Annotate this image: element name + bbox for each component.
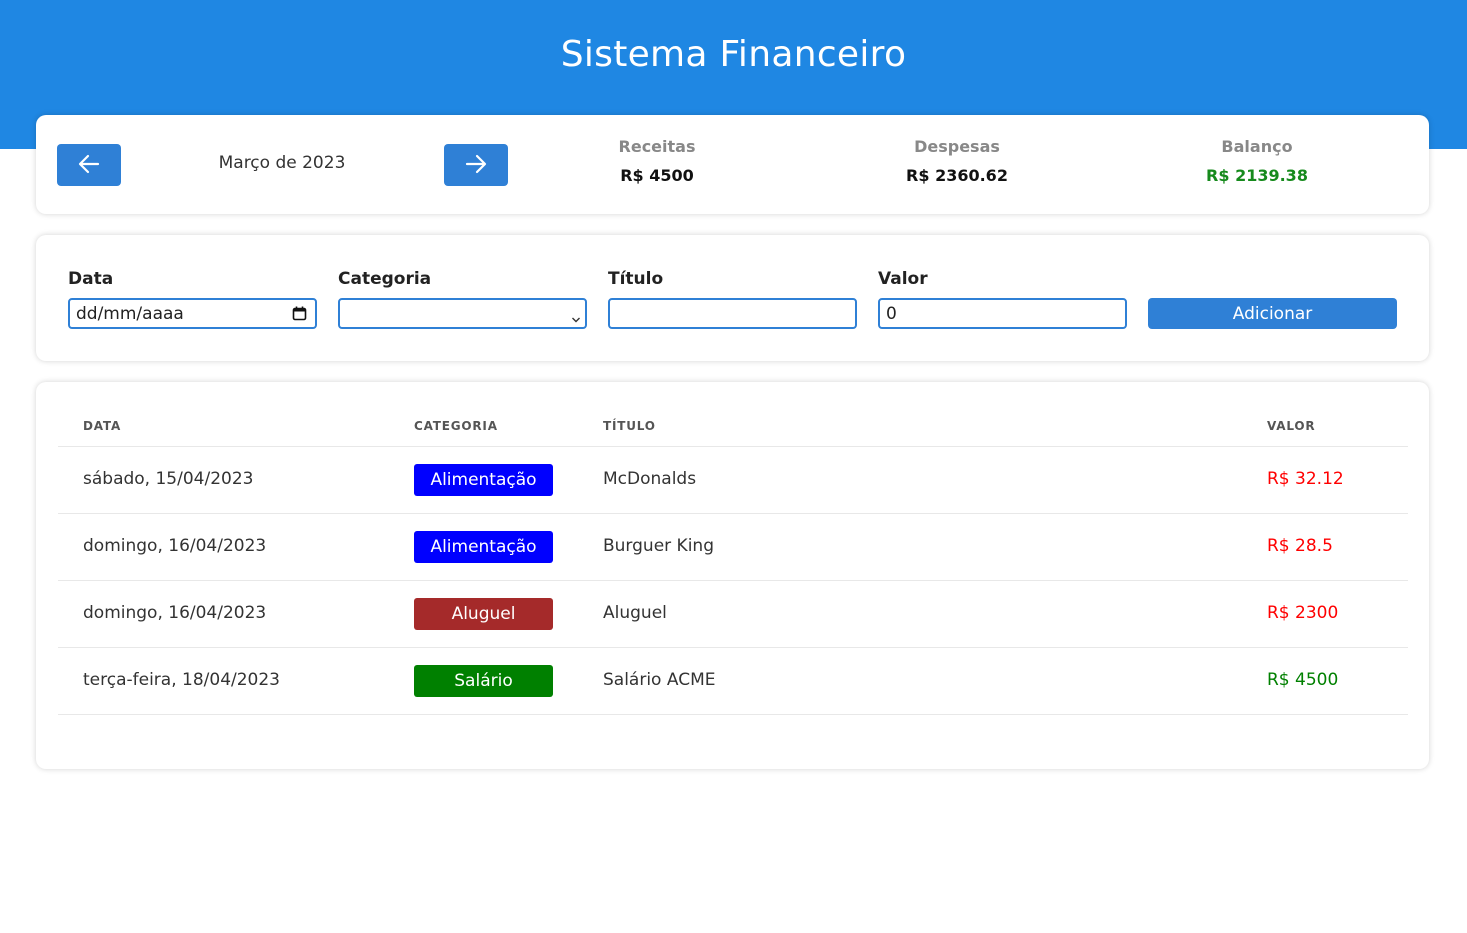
arrow-right-icon [465,154,487,177]
row-value: R$ 32.12 [1267,469,1344,489]
header-data: DATA [83,419,122,433]
receitas-value: R$ 4500 [620,166,694,185]
balanco-value: R$ 2139.38 [1206,166,1308,185]
table-row: terça-feira, 18/04/2023 Salário Salário … [36,648,1429,714]
adicionar-button[interactable]: Adicionar [1148,298,1397,329]
category-badge: Alimentação [414,531,553,563]
transactions-table: DATA CATEGORIA TÍTULO VALOR sábado, 15/0… [36,382,1429,769]
current-month: Março de 2023 [218,153,346,173]
balanco-label: Balanço [1221,137,1293,156]
categoria-label: Categoria [338,269,432,289]
data-field: Data dd/mm/aaaa [68,269,317,329]
row-title: Burguer King [603,536,714,556]
category-badge: Alimentação [414,464,553,496]
categoria-field: Categoria [338,269,587,329]
categoria-select[interactable] [338,298,587,329]
arrow-left-icon [78,154,100,177]
header-categoria: CATEGORIA [414,419,498,433]
data-label: Data [68,269,114,289]
row-title: Salário ACME [603,670,716,690]
valor-field: Valor 0 [878,269,1127,329]
row-value: R$ 4500 [1267,670,1339,690]
despesas-label: Despesas [914,137,1000,156]
row-date: domingo, 16/04/2023 [83,603,267,623]
valor-input[interactable]: 0 [878,298,1127,329]
valor-value: 0 [886,303,897,324]
receitas-label: Receitas [618,137,696,156]
summary-card: Março de 2023 Receitas R$ 4500 Despesas … [36,115,1429,214]
row-value: R$ 2300 [1267,603,1339,623]
table-row: domingo, 16/04/2023 Aluguel Aluguel R$ 2… [36,581,1429,647]
data-placeholder: dd/mm/aaaa [76,303,184,324]
row-date: domingo, 16/04/2023 [83,536,267,556]
despesas-stat: Despesas R$ 2360.62 [857,137,1057,185]
table-row: domingo, 16/04/2023 Alimentação Burguer … [36,514,1429,580]
row-date: sábado, 15/04/2023 [83,469,254,489]
calendar-icon[interactable] [292,306,307,326]
add-entry-form: Data dd/mm/aaaa Categoria Título Valor 0… [36,235,1429,361]
app-title: Sistema Financeiro [560,34,907,75]
receitas-stat: Receitas R$ 4500 [557,137,757,185]
data-input[interactable]: dd/mm/aaaa [68,298,317,329]
chevron-down-icon [571,309,581,329]
category-badge: Salário [414,665,553,697]
titulo-field: Título [608,269,857,329]
row-title: McDonalds [603,469,697,489]
balanco-stat: Balanço R$ 2139.38 [1157,137,1357,185]
category-badge: Aluguel [414,598,553,630]
table-row: sábado, 15/04/2023 Alimentação McDonalds… [36,447,1429,513]
titulo-label: Título [608,269,664,289]
titulo-input[interactable] [608,298,857,329]
row-divider [58,714,1408,715]
prev-month-button[interactable] [57,144,121,186]
row-value: R$ 28.5 [1267,536,1333,556]
header-valor: VALOR [1267,419,1316,433]
header-titulo: TÍTULO [603,419,656,433]
row-title: Aluguel [603,603,667,623]
valor-label: Valor [878,269,928,289]
next-month-button[interactable] [444,144,508,186]
despesas-value: R$ 2360.62 [906,166,1008,185]
row-date: terça-feira, 18/04/2023 [83,670,281,690]
